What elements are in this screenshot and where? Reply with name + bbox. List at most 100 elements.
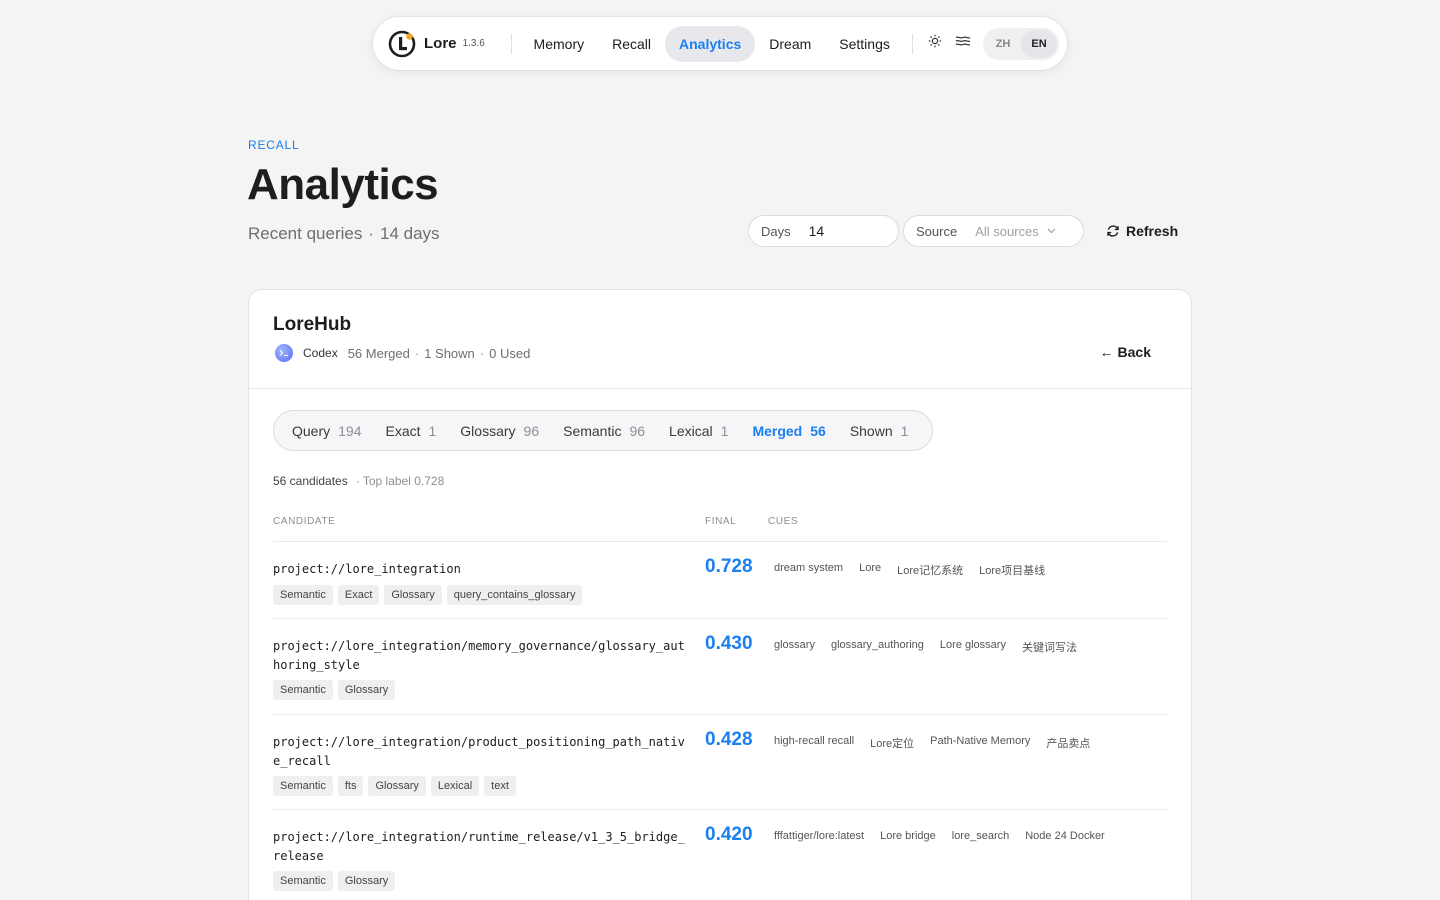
query-title: LoreHub bbox=[273, 314, 352, 335]
used-count: 0 Used bbox=[489, 345, 531, 361]
column-cues: CUES bbox=[768, 516, 799, 527]
top-label: · Top label 0.728 bbox=[355, 474, 445, 488]
tab-semantic[interactable]: Semantic 96 bbox=[551, 411, 657, 450]
candidate-path: project://lore_integration/runtime_relea… bbox=[273, 830, 685, 863]
tag-chip: Semantic bbox=[273, 871, 333, 891]
cue-list: high-recall recall Lore定位 Path-Native Me… bbox=[774, 735, 1090, 751]
cue: Node 24 Docker bbox=[1025, 830, 1105, 842]
codex-icon bbox=[275, 344, 293, 362]
tab-count: 1 bbox=[428, 422, 437, 439]
tag-chip: Glossary bbox=[384, 585, 442, 605]
table-row[interactable]: project://lore_integration/product_posit… bbox=[273, 715, 1167, 810]
table-row[interactable]: project://lore_integration/memory_govern… bbox=[273, 619, 1167, 715]
cue: fffattiger/lore:latest bbox=[774, 830, 865, 842]
cue: 产品卖点 bbox=[1046, 738, 1091, 750]
cue-list: dream system Lore Lore记忆系统 Lore项目基线 bbox=[774, 562, 1045, 578]
nav-divider bbox=[510, 33, 512, 54]
refresh-button[interactable]: Refresh bbox=[1106, 219, 1178, 243]
tag-chip: Semantic bbox=[273, 680, 333, 700]
query-detail-card: LoreHub Codex 56 Merged · 1 Shown · 0 Us… bbox=[248, 289, 1192, 900]
chevron-down-icon bbox=[1047, 228, 1056, 234]
section-eyebrow: RECALL bbox=[248, 138, 300, 152]
source-tags: Semantic fts Glossary Lexical text bbox=[273, 776, 516, 796]
meta-separator: · bbox=[479, 345, 485, 361]
lang-en-button[interactable]: EN bbox=[1021, 29, 1057, 58]
theme-toggle-button[interactable] bbox=[921, 26, 949, 62]
tab-label: Lexical bbox=[669, 422, 713, 439]
cue: Lore项目基线 bbox=[979, 565, 1046, 577]
shown-count: 1 Shown bbox=[424, 345, 475, 361]
language-switch: ZH EN bbox=[983, 27, 1059, 60]
tab-count: 1 bbox=[900, 422, 909, 439]
nav-dream[interactable]: Dream bbox=[755, 26, 825, 62]
query-meta: Codex 56 Merged · 1 Shown · 0 Used bbox=[275, 344, 530, 362]
column-final: FINAL bbox=[705, 516, 737, 527]
agent-name: Codex bbox=[303, 346, 338, 360]
table-row[interactable]: project://lore_integration 0.728 dream s… bbox=[273, 542, 1167, 619]
subtitle-queries: Recent queries bbox=[248, 224, 363, 243]
tab-label: Exact bbox=[385, 422, 421, 439]
cue: glossary_authoring bbox=[830, 639, 924, 651]
nav-analytics[interactable]: Analytics bbox=[665, 25, 756, 62]
cue-list: fffattiger/lore:latest Lore bridge lore_… bbox=[774, 830, 1105, 842]
source-tags: Semantic Glossary bbox=[273, 871, 396, 891]
tag-chip: Semantic bbox=[273, 776, 333, 796]
tag-chip: text bbox=[484, 776, 516, 796]
source-label: Source bbox=[916, 223, 958, 239]
tab-glossary[interactable]: Glossary 96 bbox=[448, 411, 551, 450]
tab-exact[interactable]: Exact 1 bbox=[373, 411, 448, 450]
tab-lexical[interactable]: Lexical 1 bbox=[657, 411, 740, 450]
wave-icon bbox=[955, 34, 971, 53]
tab-merged[interactable]: Merged 56 bbox=[740, 411, 837, 450]
cue: dream system bbox=[774, 562, 844, 574]
table-row[interactable]: project://lore_integration/runtime_relea… bbox=[273, 810, 1167, 900]
cue: Lore bbox=[859, 562, 882, 574]
lore-logo-icon bbox=[388, 30, 416, 58]
final-score: 0.430 bbox=[705, 633, 753, 654]
source-select[interactable]: Source All sources bbox=[903, 215, 1084, 247]
table-header: CANDIDATE FINAL CUES bbox=[273, 516, 1167, 542]
subtitle-days: 14 days bbox=[380, 224, 440, 243]
nav-memory[interactable]: Memory bbox=[520, 26, 599, 62]
days-field[interactable]: Days 14 bbox=[748, 215, 899, 247]
cue: Lore记忆系统 bbox=[897, 565, 964, 577]
card-header: LoreHub Codex 56 Merged · 1 Shown · 0 Us… bbox=[249, 290, 1191, 389]
final-score: 0.420 bbox=[705, 824, 753, 845]
tab-label: Glossary bbox=[460, 422, 516, 439]
nav-settings[interactable]: Settings bbox=[825, 26, 904, 62]
nav-recall[interactable]: Recall bbox=[598, 26, 665, 62]
cue: Lore bridge bbox=[880, 830, 936, 842]
candidate-path: project://lore_integration/memory_govern… bbox=[273, 639, 685, 672]
source-tags: Semantic Exact Glossary query_contains_g… bbox=[273, 585, 583, 605]
lang-zh-button[interactable]: ZH bbox=[985, 30, 1021, 58]
tab-label: Query bbox=[292, 422, 331, 439]
brand-version: 1.3.6 bbox=[462, 38, 485, 49]
stage-tabs: Query 194 Exact 1 Glossary 96 Semantic 96 Le… bbox=[273, 410, 933, 451]
tag-chip: fts bbox=[337, 776, 364, 796]
final-score: 0.728 bbox=[705, 556, 753, 577]
tag-chip: Glossary bbox=[337, 680, 396, 700]
candidate-count: 56 candidates bbox=[273, 474, 348, 488]
tab-shown[interactable]: Shown 1 bbox=[838, 411, 921, 450]
display-settings-button[interactable] bbox=[949, 26, 977, 62]
brand[interactable]: Lore 1.3.6 bbox=[388, 30, 485, 58]
source-value: All sources bbox=[975, 223, 1039, 239]
meta-separator: · bbox=[414, 345, 420, 361]
refresh-icon bbox=[1106, 224, 1120, 238]
tab-query[interactable]: Query 194 bbox=[280, 411, 373, 450]
source-tags: Semantic Glossary bbox=[273, 680, 396, 700]
final-score: 0.428 bbox=[705, 729, 753, 750]
tag-chip: Glossary bbox=[368, 776, 426, 796]
days-input[interactable]: 14 bbox=[809, 223, 825, 239]
candidates-summary: 56 candidates · Top label 0.728 bbox=[273, 474, 444, 488]
cue: glossary bbox=[774, 639, 815, 651]
subtitle-separator: · bbox=[368, 224, 375, 243]
tab-count: 56 bbox=[810, 422, 826, 439]
back-button[interactable]: ← Back bbox=[1100, 344, 1151, 360]
column-candidate: CANDIDATE bbox=[273, 516, 336, 527]
sun-icon bbox=[928, 34, 942, 53]
brand-name: Lore bbox=[424, 35, 457, 52]
cue: high-recall recall bbox=[774, 735, 855, 747]
tab-count: 1 bbox=[720, 422, 729, 439]
candidate-path: project://lore_integration bbox=[273, 562, 461, 576]
